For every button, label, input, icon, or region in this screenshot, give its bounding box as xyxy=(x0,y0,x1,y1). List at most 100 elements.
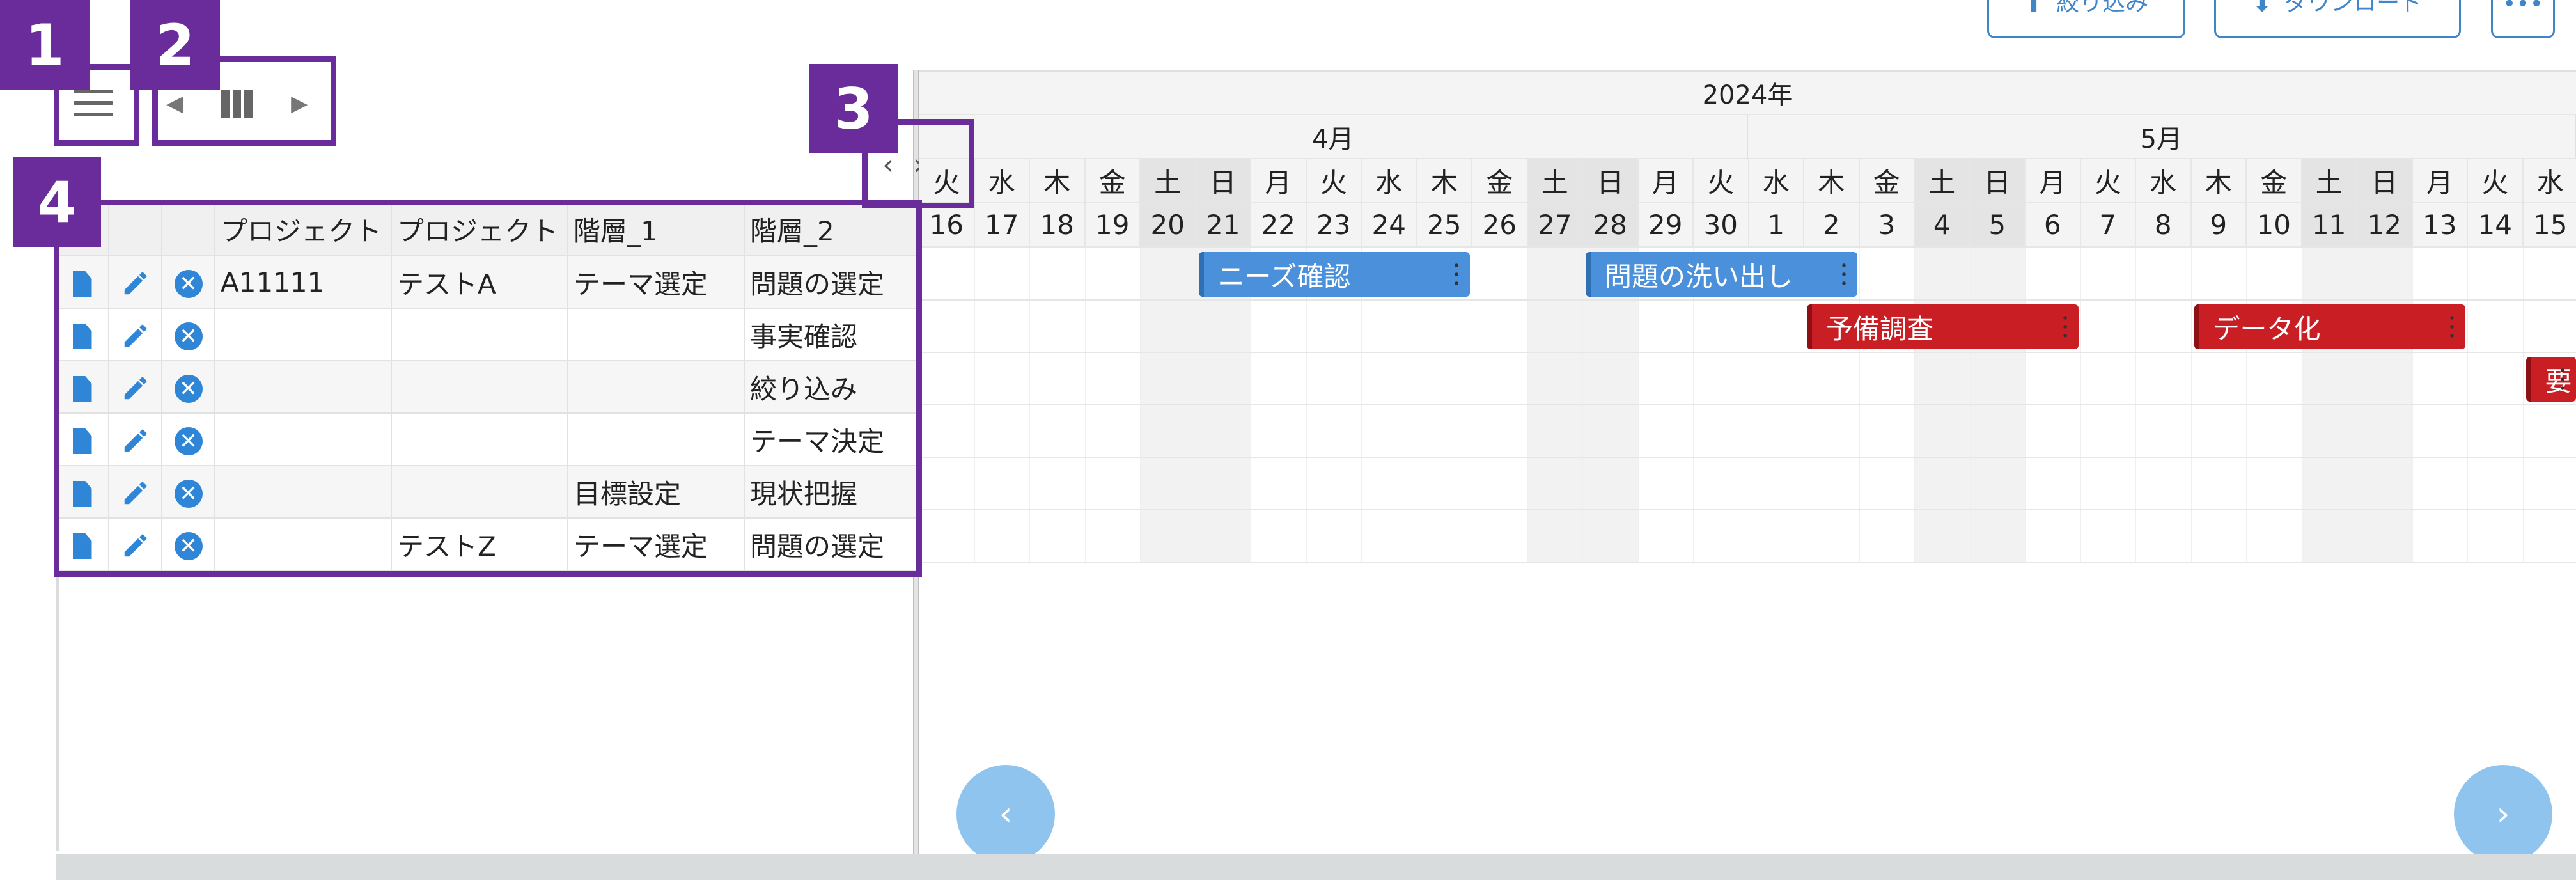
gantt-grid-cell[interactable] xyxy=(1694,301,1749,352)
gantt-grid-cell[interactable] xyxy=(1639,301,1694,352)
gantt-grid-cell[interactable] xyxy=(1527,510,1583,562)
gantt-grid-cell[interactable] xyxy=(919,353,975,404)
gantt-grid-cell[interactable] xyxy=(2026,353,2081,404)
gantt-grid-cell[interactable] xyxy=(2136,301,2192,352)
gantt-grid-cell[interactable] xyxy=(2247,353,2302,404)
gantt-grid-cell[interactable] xyxy=(2302,353,2357,404)
gantt-grid-cell[interactable] xyxy=(2081,405,2136,457)
gantt-grid-cell[interactable] xyxy=(2413,248,2468,299)
gantt-grid-cell[interactable] xyxy=(1804,510,1860,562)
gantt-grid-cell[interactable] xyxy=(1251,353,1307,404)
gantt-grid-cell[interactable] xyxy=(2468,248,2524,299)
gantt-grid-cell[interactable] xyxy=(919,405,975,457)
gantt-grid-cell[interactable] xyxy=(1030,405,1086,457)
gantt-grid-cell[interactable] xyxy=(1417,458,1472,509)
gantt-grid-cell[interactable] xyxy=(2026,405,2081,457)
gantt-grid-cell[interactable] xyxy=(1583,510,1639,562)
gantt-grid-cell[interactable] xyxy=(1086,458,1141,509)
gantt-grid-cell[interactable] xyxy=(1251,405,1307,457)
gantt-grid-cell[interactable] xyxy=(2468,353,2524,404)
gantt-grid-cell[interactable] xyxy=(2081,353,2136,404)
gantt-grid-cell[interactable] xyxy=(1030,510,1086,562)
gantt-grid-cell[interactable] xyxy=(1527,248,1583,299)
gantt-grid-cell[interactable] xyxy=(1362,510,1417,562)
gantt-grid-cell[interactable] xyxy=(1472,248,1528,299)
gantt-grid-cell[interactable] xyxy=(2413,353,2468,404)
gantt-grid-cell[interactable] xyxy=(2026,510,2081,562)
gantt-grid-cell[interactable] xyxy=(975,405,1030,457)
gantt-grid-cell[interactable] xyxy=(1915,510,1971,562)
gantt-grid-cell[interactable] xyxy=(2468,301,2524,352)
gantt-grid-cell[interactable] xyxy=(1694,353,1749,404)
gantt-grid-cell[interactable] xyxy=(1307,510,1362,562)
gantt-grid-cell[interactable] xyxy=(2136,510,2192,562)
gantt-grid-cell[interactable] xyxy=(2026,458,2081,509)
gantt-grid-cell[interactable] xyxy=(1417,510,1472,562)
gantt-grid-cell[interactable] xyxy=(2136,458,2192,509)
gantt-grid-cell[interactable] xyxy=(1472,301,1528,352)
gantt-grid-cell[interactable] xyxy=(1970,510,2026,562)
gantt-grid-cell[interactable] xyxy=(1251,458,1307,509)
gantt-grid-cell[interactable] xyxy=(2357,405,2413,457)
gantt-grid-cell[interactable] xyxy=(975,458,1030,509)
gantt-grid-cell[interactable] xyxy=(975,301,1030,352)
gantt-grid-cell[interactable] xyxy=(919,248,975,299)
gantt-grid-cell[interactable] xyxy=(2357,510,2413,562)
gantt-grid-cell[interactable] xyxy=(1141,405,1196,457)
gantt-grid-cell[interactable] xyxy=(1639,405,1694,457)
gantt-grid-cell[interactable] xyxy=(1749,405,1804,457)
gantt-grid-cell[interactable] xyxy=(1804,353,1860,404)
gantt-grid-cell[interactable] xyxy=(1030,353,1086,404)
gantt-grid-cell[interactable] xyxy=(1583,301,1639,352)
gantt-grid-cell[interactable] xyxy=(2247,458,2302,509)
gantt-task-bar[interactable]: データ化 xyxy=(2194,304,2465,349)
gantt-grid-cell[interactable] xyxy=(1141,510,1196,562)
gantt-grid-cell[interactable] xyxy=(1749,301,1804,352)
gantt-grid-cell[interactable] xyxy=(2524,301,2576,352)
drag-handle-icon[interactable] xyxy=(2063,313,2067,340)
gantt-task-bar[interactable]: ニーズ確認 xyxy=(1198,252,1470,297)
gantt-grid-cell[interactable] xyxy=(1583,353,1639,404)
gantt-grid-cell[interactable] xyxy=(1583,405,1639,457)
gantt-grid-cell[interactable] xyxy=(1970,458,2026,509)
gantt-grid-cell[interactable] xyxy=(1472,405,1528,457)
gantt-prev-button[interactable]: ‹ xyxy=(956,765,1055,863)
gantt-grid-cell[interactable] xyxy=(1804,458,1860,509)
gantt-grid-cell[interactable] xyxy=(2247,405,2302,457)
gantt-grid-cell[interactable] xyxy=(1362,458,1417,509)
download-button[interactable]: ⬇ ダウンロード xyxy=(2214,0,2461,38)
gantt-grid-cell[interactable] xyxy=(1970,405,2026,457)
filter-button[interactable]: ⬆ 絞り込み xyxy=(1987,0,2185,38)
gantt-grid-cell[interactable] xyxy=(1639,510,1694,562)
gantt-grid-cell[interactable] xyxy=(1030,301,1086,352)
gantt-next-button[interactable]: › xyxy=(2454,765,2552,863)
gantt-grid-cell[interactable] xyxy=(1086,301,1141,352)
gantt-grid-cell[interactable] xyxy=(2468,405,2524,457)
gantt-grid-cell[interactable] xyxy=(2136,248,2192,299)
gantt-grid-cell[interactable] xyxy=(1362,353,1417,404)
gantt-grid-cell[interactable] xyxy=(2136,353,2192,404)
gantt-grid-cell[interactable] xyxy=(919,458,975,509)
gantt-grid-cell[interactable] xyxy=(2081,458,2136,509)
gantt-grid-cell[interactable] xyxy=(975,248,1030,299)
gantt-grid-cell[interactable] xyxy=(1472,353,1528,404)
gantt-grid-cell[interactable] xyxy=(2192,248,2247,299)
gantt-grid-cell[interactable] xyxy=(1196,301,1251,352)
gantt-grid-cell[interactable] xyxy=(2524,510,2576,562)
gantt-grid-cell[interactable] xyxy=(1804,405,1860,457)
gantt-grid-cell[interactable] xyxy=(1694,405,1749,457)
gantt-grid-cell[interactable] xyxy=(1141,248,1196,299)
gantt-grid-cell[interactable] xyxy=(1307,405,1362,457)
drag-handle-icon[interactable] xyxy=(1455,261,1458,288)
gantt-grid-cell[interactable] xyxy=(1970,353,2026,404)
gantt-grid-cell[interactable] xyxy=(2413,405,2468,457)
gantt-grid-cell[interactable] xyxy=(1527,301,1583,352)
gantt-grid-cell[interactable] xyxy=(1527,458,1583,509)
gantt-grid-cell[interactable] xyxy=(1141,458,1196,509)
gantt-grid-cell[interactable] xyxy=(1970,248,2026,299)
gantt-grid-cell[interactable] xyxy=(2247,248,2302,299)
gantt-grid-cell[interactable] xyxy=(2192,405,2247,457)
gantt-grid-cell[interactable] xyxy=(1583,458,1639,509)
gantt-grid-cell[interactable] xyxy=(2081,301,2136,352)
gantt-grid-cell[interactable] xyxy=(1860,248,1915,299)
